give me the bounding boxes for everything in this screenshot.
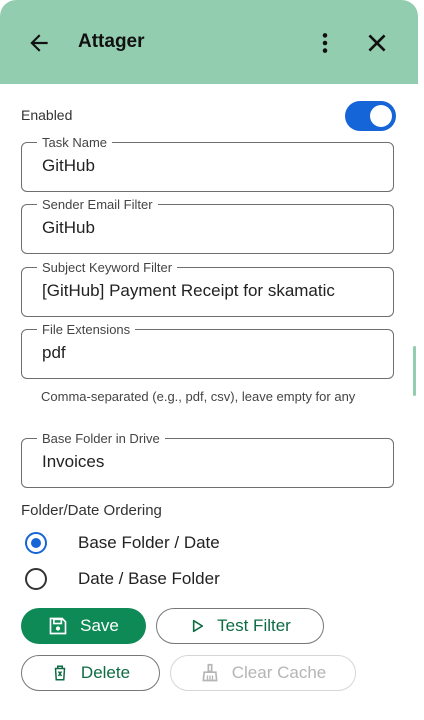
file-extensions-label: File Extensions [37,322,136,337]
subject-keyword-label: Subject Keyword Filter [37,260,178,275]
file-extensions-field[interactable]: File Extensions pdf [21,322,394,379]
sender-email-field[interactable]: Sender Email Filter GitHub [21,197,394,254]
file-extensions-input[interactable]: pdf [42,343,387,363]
subject-keyword-input[interactable]: [GitHub] Payment Receipt for skamatic [42,281,387,301]
save-label: Save [80,616,119,635]
base-folder-input[interactable]: Invoices [42,452,387,472]
page-title: Attager [78,31,145,52]
enabled-label: Enabled [21,107,73,123]
radio-label: Date / Base Folder [78,569,220,588]
arrow-left-icon [30,34,48,52]
base-folder-label: Base Folder in Drive [37,431,165,446]
base-folder-field[interactable]: Base Folder in Drive Invoices [21,431,394,488]
more-options-button[interactable] [310,28,340,58]
delete-icon [51,663,69,683]
save-button[interactable]: Save [21,608,146,644]
save-icon [48,616,68,636]
radio-unselected-icon[interactable] [25,568,47,590]
task-name-field[interactable]: Task Name GitHub [21,135,394,192]
back-button[interactable] [24,28,54,58]
radio-selected-icon[interactable] [25,532,47,554]
close-icon [368,34,386,52]
delete-button[interactable]: Delete [21,655,160,691]
play-icon [189,618,205,634]
sender-email-label: Sender Email Filter [37,197,158,212]
delete-label: Delete [80,663,131,682]
scrollbar[interactable] [413,346,416,396]
more-vert-icon [322,33,328,53]
enabled-toggle[interactable] [345,101,396,131]
app-header: Attager [0,0,418,84]
sender-email-input[interactable]: GitHub [42,218,387,238]
test-filter-button[interactable]: Test Filter [156,608,324,644]
broom-icon [200,662,220,684]
ordering-label: Folder/Date Ordering [21,502,162,519]
radio-label: Base Folder / Date [78,533,220,552]
subject-keyword-field[interactable]: Subject Keyword Filter [GitHub] Payment … [21,260,394,317]
close-button[interactable] [362,28,392,58]
clear-cache-button[interactable]: Clear Cache [170,655,356,691]
file-extensions-helper: Comma-separated (e.g., pdf, csv), leave … [41,389,356,404]
clear-cache-label: Clear Cache [231,663,327,682]
settings-panel: Attager Enabled Task Name GitHub Sender … [0,0,418,720]
task-name-input[interactable]: GitHub [42,156,387,176]
radio-base-folder-date[interactable]: Base Folder / Date [25,529,220,557]
radio-date-base-folder[interactable]: Date / Base Folder [25,565,220,593]
task-name-label: Task Name [37,135,113,150]
toggle-knob [370,105,392,127]
test-filter-label: Test Filter [217,616,291,635]
